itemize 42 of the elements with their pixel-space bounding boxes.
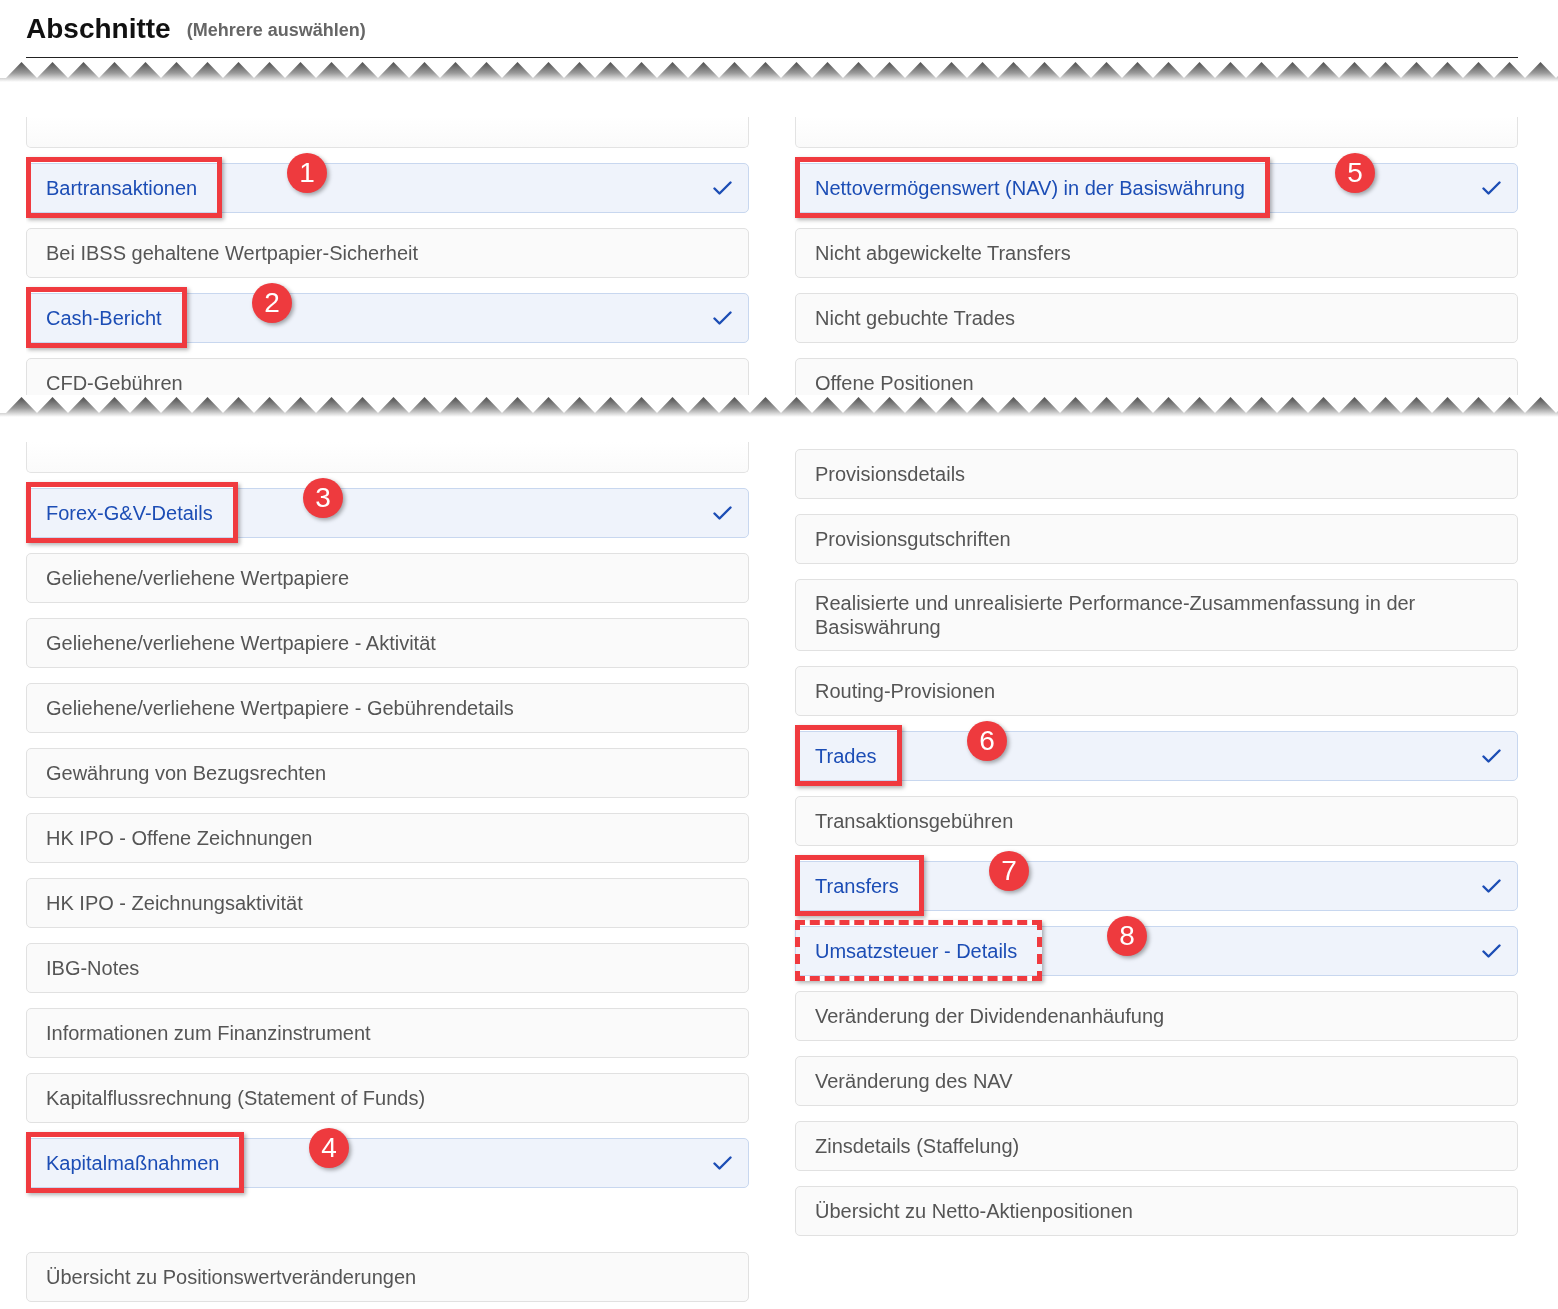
annotation-number: 8 xyxy=(1107,916,1147,956)
section-option[interactable]: Übersicht zu Netto-Aktienpositionen xyxy=(795,1186,1518,1236)
section-option[interactable]: Transaktionsgebühren xyxy=(795,796,1518,846)
section-option[interactable]: Provisionsgutschriften xyxy=(795,514,1518,564)
selection-hint: (Mehrere auswählen) xyxy=(186,19,366,42)
section-option[interactable]: Offene Positionen xyxy=(795,358,1518,395)
section-option[interactable]: Geliehene/verliehene Wertpapiere - Gebührendetails xyxy=(26,683,749,733)
section-option[interactable]: Geliehene/verliehene Wertpapiere - Aktivität xyxy=(26,618,749,668)
section-option[interactable]: Bei IBSS gehaltene Wertpapier-Sicherheit xyxy=(26,228,749,278)
section-option[interactable]: Geliehene/verliehene Wertpapiere xyxy=(26,553,749,603)
annotation-number: 4 xyxy=(309,1128,349,1168)
section-option[interactable]: CFD-Gebühren xyxy=(26,358,749,395)
section-option[interactable]: Provisionsdetails xyxy=(795,449,1518,499)
section-option[interactable]: Übersicht zu Positionswertveränderungen xyxy=(26,1252,749,1302)
section-option[interactable]: Routing-Provisionen xyxy=(795,666,1518,716)
section-option[interactable]: Zinsdetails (Staffelung) xyxy=(795,1121,1518,1171)
checkmark-icon xyxy=(713,311,732,325)
checkmark-icon xyxy=(1482,879,1501,893)
section-option[interactable]: IBG-Notes xyxy=(26,943,749,993)
section-option[interactable]: HK IPO - Zeichnungsaktivität xyxy=(26,878,749,928)
checkmark-icon xyxy=(1482,944,1501,958)
checkmark-icon xyxy=(713,506,732,520)
annotation-number: 1 xyxy=(287,153,327,193)
checkmark-icon xyxy=(713,181,732,195)
annotation-number: 5 xyxy=(1335,153,1375,193)
section-option[interactable]: Kapitalflussrechnung (Statement of Funds) xyxy=(26,1073,749,1123)
section-option[interactable]: Informationen zum Finanzinstrument xyxy=(26,1008,749,1058)
section-option[interactable]: Nicht gebuchte Trades xyxy=(795,293,1518,343)
checkmark-icon xyxy=(1482,749,1501,763)
section-option[interactable]: Nicht abgewickelte Transfers xyxy=(795,228,1518,278)
annotation-number: 6 xyxy=(967,721,1007,761)
section-option[interactable]: Gewährung von Bezugsrechten xyxy=(26,748,749,798)
checkmark-icon xyxy=(1482,181,1501,195)
section-option[interactable]: Veränderung des NAV xyxy=(795,1056,1518,1106)
section-option[interactable]: Veränderung der Dividendenanhäufung xyxy=(795,991,1518,1041)
section-title: Abschnitte xyxy=(26,11,171,46)
checkmark-icon xyxy=(713,1156,732,1170)
annotation-number: 7 xyxy=(989,851,1029,891)
annotation-number: 2 xyxy=(252,283,292,323)
section-option[interactable]: HK IPO - Offene Zeichnungen xyxy=(26,813,749,863)
annotation-number: 3 xyxy=(303,478,343,518)
section-option[interactable]: Realisierte und unrealisierte Performance-Zusammenfassung in der Basiswährung xyxy=(795,579,1518,651)
